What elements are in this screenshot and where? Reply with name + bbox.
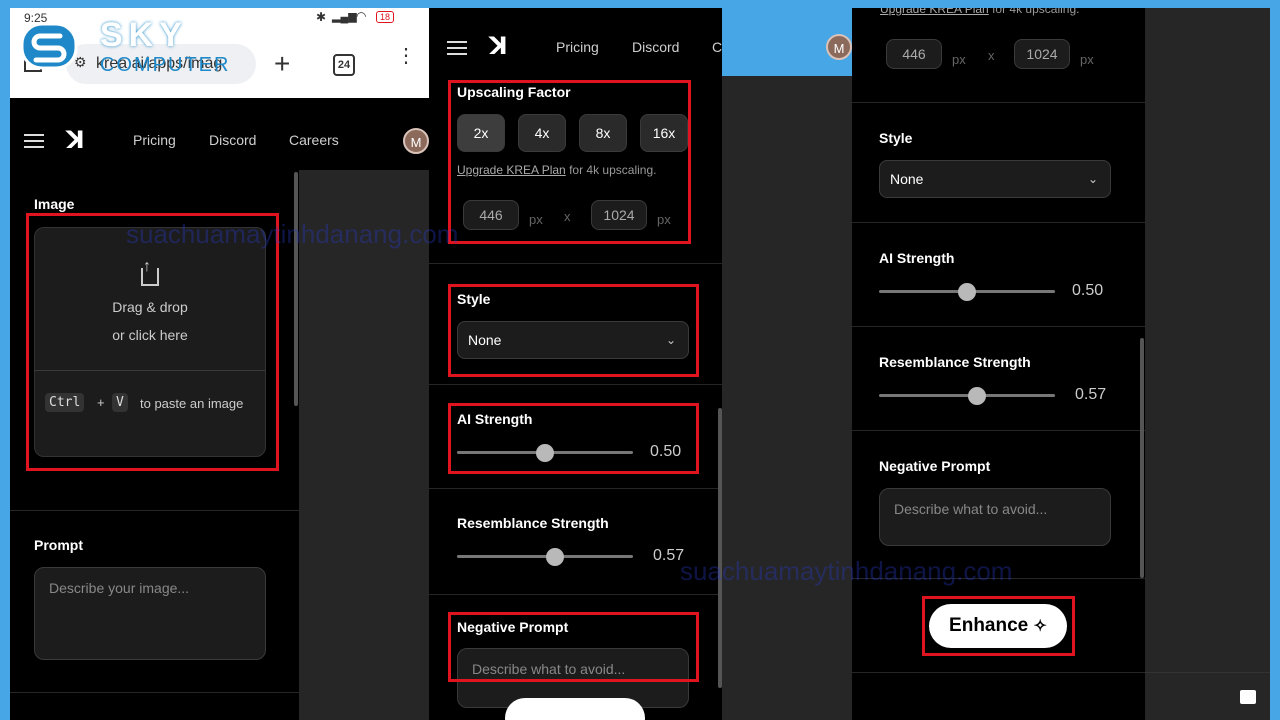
bluetooth-icon: ✱ bbox=[316, 10, 327, 24]
brand-subname: COMPUTER bbox=[100, 54, 231, 76]
style-select[interactable]: None ⌄ bbox=[879, 160, 1111, 198]
nav-pricing[interactable]: Pricing bbox=[133, 132, 176, 148]
prompt-title: Prompt bbox=[34, 537, 83, 553]
menu-icon[interactable] bbox=[447, 41, 467, 55]
side-gutter bbox=[299, 170, 429, 720]
krea-logo-icon[interactable]: ꓘ bbox=[489, 32, 508, 60]
gutter-middle bbox=[722, 76, 852, 720]
avatar[interactable]: M bbox=[826, 34, 852, 60]
highlight-upscale bbox=[448, 80, 691, 244]
sky-logo-icon bbox=[20, 22, 78, 70]
gutter-right bbox=[1145, 8, 1270, 720]
brand-logo: SKY COMPUTER bbox=[14, 14, 264, 84]
height-unit: px bbox=[1080, 52, 1094, 67]
highlight-image bbox=[26, 213, 279, 471]
section-divider bbox=[429, 263, 722, 264]
ai-strength-knob[interactable] bbox=[958, 283, 976, 301]
resemblance-knob[interactable] bbox=[968, 387, 986, 405]
scrollbar[interactable] bbox=[294, 172, 298, 406]
nav-pricing[interactable]: Pricing bbox=[556, 39, 599, 55]
height-field[interactable]: 1024 bbox=[1014, 39, 1070, 69]
more-menu-icon[interactable]: ⋮ bbox=[396, 46, 416, 66]
width-unit: px bbox=[952, 52, 966, 67]
image-title: Image bbox=[34, 196, 75, 212]
ai-strength-value: 0.50 bbox=[1072, 282, 1104, 299]
resemblance-title: Resemblance Strength bbox=[457, 515, 609, 531]
phone-screen-left: 9:25 ✱ ▂▄▆ ◠ 18 ⚙ krea.ai/apps/imag + 24… bbox=[10, 8, 429, 720]
battery-icon: 18 bbox=[376, 11, 395, 23]
upgrade-link[interactable]: Upgrade KREA Plan bbox=[880, 8, 989, 16]
enhance-button-partial[interactable] bbox=[505, 698, 645, 720]
section-divider bbox=[429, 594, 722, 595]
watermark-text: suachuamaytinhdanang.com bbox=[680, 556, 1013, 586]
section-divider bbox=[852, 326, 1145, 327]
section-divider bbox=[852, 672, 1145, 673]
upgrade-note: Upgrade KREA Plan for 4k upscaling. bbox=[880, 8, 1079, 16]
tab-count-button[interactable]: 24 bbox=[333, 54, 355, 76]
upgrade-rest: for 4k upscaling. bbox=[992, 8, 1080, 16]
chevron-down-icon: ⌄ bbox=[1087, 172, 1098, 186]
section-divider bbox=[10, 692, 299, 693]
wifi-icon: ◠ bbox=[356, 9, 367, 23]
resemblance-slider[interactable] bbox=[457, 555, 633, 558]
highlight-enhance bbox=[922, 596, 1075, 656]
section-divider bbox=[852, 430, 1145, 431]
signal-icon: ▂▄▆ bbox=[332, 11, 357, 23]
resemblance-slider[interactable] bbox=[879, 394, 1055, 397]
negative-prompt-title: Negative Prompt bbox=[879, 458, 991, 474]
style-title: Style bbox=[879, 130, 913, 146]
prompt-input[interactable]: Describe your image... bbox=[34, 567, 266, 660]
nav-discord[interactable]: Discord bbox=[209, 132, 256, 148]
ai-strength-title: AI Strength bbox=[879, 250, 955, 266]
section-divider bbox=[429, 384, 722, 385]
phone-screen-middle: ꓘ Pricing Discord Careers Upscaling Fact… bbox=[429, 8, 722, 720]
highlight-ai-strength bbox=[448, 403, 699, 474]
section-divider bbox=[10, 510, 299, 511]
section-divider bbox=[852, 222, 1145, 223]
resemblance-value: 0.57 bbox=[1075, 386, 1107, 403]
section-divider bbox=[429, 488, 722, 489]
nav-careers[interactable]: Careers bbox=[712, 39, 722, 55]
new-tab-icon[interactable]: + bbox=[274, 50, 290, 78]
times-sign: x bbox=[988, 48, 995, 63]
square-icon[interactable] bbox=[1240, 690, 1256, 704]
nav-discord[interactable]: Discord bbox=[632, 39, 679, 55]
nav-careers[interactable]: Careers bbox=[289, 132, 339, 148]
style-value: None bbox=[890, 171, 924, 187]
resemblance-title: Resemblance Strength bbox=[879, 354, 1031, 370]
scrollbar[interactable] bbox=[1140, 338, 1144, 578]
resemblance-knob[interactable] bbox=[546, 548, 564, 566]
bottom-divider bbox=[1145, 672, 1270, 673]
section-divider bbox=[852, 102, 1145, 103]
highlight-negative-prompt bbox=[448, 612, 699, 682]
watermark-text: suachuamaytinhdanang.com bbox=[126, 219, 459, 249]
avatar[interactable]: M bbox=[403, 128, 429, 154]
menu-icon[interactable] bbox=[24, 134, 44, 148]
krea-logo-icon[interactable]: ꓘ bbox=[66, 126, 85, 154]
highlight-style bbox=[448, 284, 699, 377]
phone-screen-right: Upgrade KREA Plan for 4k upscaling. 446 … bbox=[852, 8, 1145, 720]
negative-prompt-input[interactable]: Describe what to avoid... bbox=[879, 488, 1111, 546]
brand-name: SKY bbox=[100, 16, 188, 54]
width-field[interactable]: 446 bbox=[886, 39, 942, 69]
